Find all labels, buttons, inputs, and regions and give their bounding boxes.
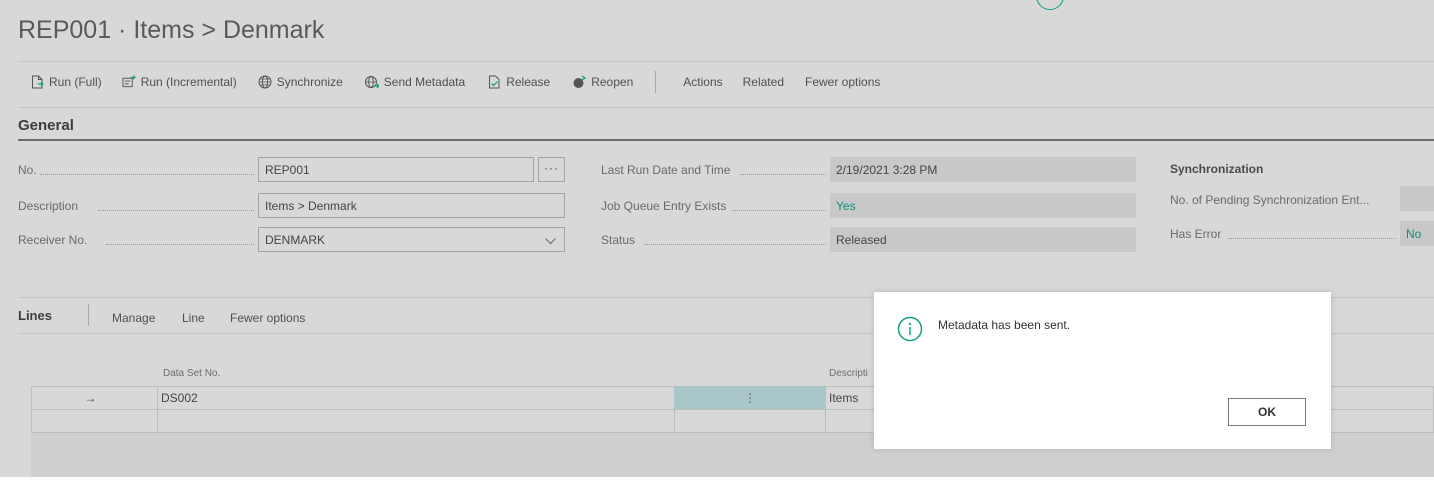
receiver-leader-dots xyxy=(106,244,254,245)
last-run-leader-dots xyxy=(740,174,826,175)
page-background: REP001 · Items > Denmark Run (Full) Run … xyxy=(0,0,1434,486)
has-error-label: Has Error xyxy=(1170,227,1222,241)
action-bar: Run (Full) Run (Incremental) Synchronize… xyxy=(30,71,880,93)
actions-menu-label: Actions xyxy=(683,75,723,89)
has-error-value[interactable]: No xyxy=(1400,221,1434,246)
send-metadata-label: Send Metadata xyxy=(383,75,466,89)
receiver-no-select[interactable]: DENMARK xyxy=(258,227,565,252)
synchronize-label: Synchronize xyxy=(276,75,343,89)
decorative-circle-icon xyxy=(1036,0,1064,10)
globe-send-icon xyxy=(364,75,379,89)
lines-fewer-options-button[interactable]: Fewer options xyxy=(230,311,305,325)
message-dialog: Metadata has been sent. OK xyxy=(874,292,1331,449)
no-label: No. xyxy=(18,163,37,177)
related-menu-label: Related xyxy=(742,75,784,89)
job-queue-label: Job Queue Entry Exists xyxy=(601,199,727,213)
ok-button[interactable]: OK xyxy=(1228,398,1306,426)
column-header-description[interactable]: Descripti xyxy=(829,368,868,379)
empty-actions-cell[interactable] xyxy=(674,409,826,433)
empty-dataset-cell[interactable] xyxy=(157,409,675,433)
run-incremental-button[interactable]: Run (Incremental) xyxy=(122,75,237,89)
title-divider xyxy=(18,61,1434,62)
status-leader-dots xyxy=(644,244,826,245)
release-label: Release xyxy=(506,75,551,89)
fewer-options-label: Fewer options xyxy=(805,75,881,89)
description-leader-dots xyxy=(98,210,254,211)
general-section-divider xyxy=(18,139,1434,141)
column-header-dataset[interactable]: Data Set No. xyxy=(163,368,220,379)
page-title: REP001 · Items > Denmark xyxy=(18,16,325,44)
empty-row-indicator-cell[interactable] xyxy=(31,409,158,433)
bottom-margin xyxy=(0,477,1434,486)
lines-line-menu[interactable]: Line xyxy=(182,311,205,325)
pending-sync-label: No. of Pending Synchronization Ent... xyxy=(1170,193,1370,207)
last-run-label: Last Run Date and Time xyxy=(601,163,731,177)
reopen-button[interactable]: Reopen xyxy=(572,75,633,89)
related-menu[interactable]: Related xyxy=(743,75,784,89)
synchronize-button[interactable]: Synchronize xyxy=(258,75,343,89)
receiver-no-value: DENMARK xyxy=(265,233,326,247)
no-input[interactable]: REP001 xyxy=(258,157,534,182)
run-full-label: Run (Full) xyxy=(49,75,102,89)
more-options-vertical-icon: ⋮ xyxy=(744,391,756,405)
lines-section-title[interactable]: Lines xyxy=(18,308,52,323)
description-input[interactable]: Items > Denmark xyxy=(258,193,565,218)
run-full-button[interactable]: Run (Full) xyxy=(30,75,102,89)
job-queue-value[interactable]: Yes xyxy=(830,193,1136,218)
row-actions-cell[interactable]: ⋮ xyxy=(674,386,826,410)
ellipsis-icon: ··· xyxy=(544,160,559,175)
document-check-icon xyxy=(487,75,501,89)
actions-menu[interactable]: Actions xyxy=(683,75,722,89)
send-metadata-button[interactable]: Send Metadata xyxy=(364,75,466,89)
pending-sync-value xyxy=(1400,186,1434,211)
incremental-run-icon xyxy=(122,75,136,89)
no-leader-dots xyxy=(40,174,254,175)
current-row-arrow-icon: → xyxy=(84,391,97,405)
chevron-down-icon xyxy=(545,234,556,248)
general-section-title[interactable]: General xyxy=(18,117,74,134)
document-run-icon xyxy=(30,75,44,89)
status-label: Status xyxy=(601,233,636,247)
description-label: Description xyxy=(18,199,79,213)
synchronization-heading: Synchronization xyxy=(1170,162,1264,176)
globe-icon xyxy=(258,75,272,89)
dataset-cell[interactable]: DS002 xyxy=(157,386,675,410)
lines-manage-menu[interactable]: Manage xyxy=(112,311,155,325)
status-value: Released xyxy=(830,227,1136,252)
row-indicator-cell[interactable]: → xyxy=(31,386,158,410)
dialog-message: Metadata has been sent. xyxy=(938,318,1071,332)
reopen-icon xyxy=(572,75,587,89)
has-error-leader-dots xyxy=(1228,238,1396,239)
lines-separator xyxy=(88,304,89,326)
run-incremental-label: Run (Incremental) xyxy=(140,75,237,89)
release-button[interactable]: Release xyxy=(487,75,550,89)
fewer-options-button[interactable]: Fewer options xyxy=(805,75,880,89)
receiver-no-label: Receiver No. xyxy=(18,233,88,247)
action-separator xyxy=(655,71,657,93)
no-assist-button[interactable]: ··· xyxy=(538,157,565,182)
reopen-label: Reopen xyxy=(591,75,634,89)
last-run-value: 2/19/2021 3:28 PM xyxy=(830,157,1136,182)
job-queue-leader-dots xyxy=(732,210,826,211)
actionbar-divider xyxy=(18,107,1434,108)
info-icon xyxy=(897,316,923,342)
